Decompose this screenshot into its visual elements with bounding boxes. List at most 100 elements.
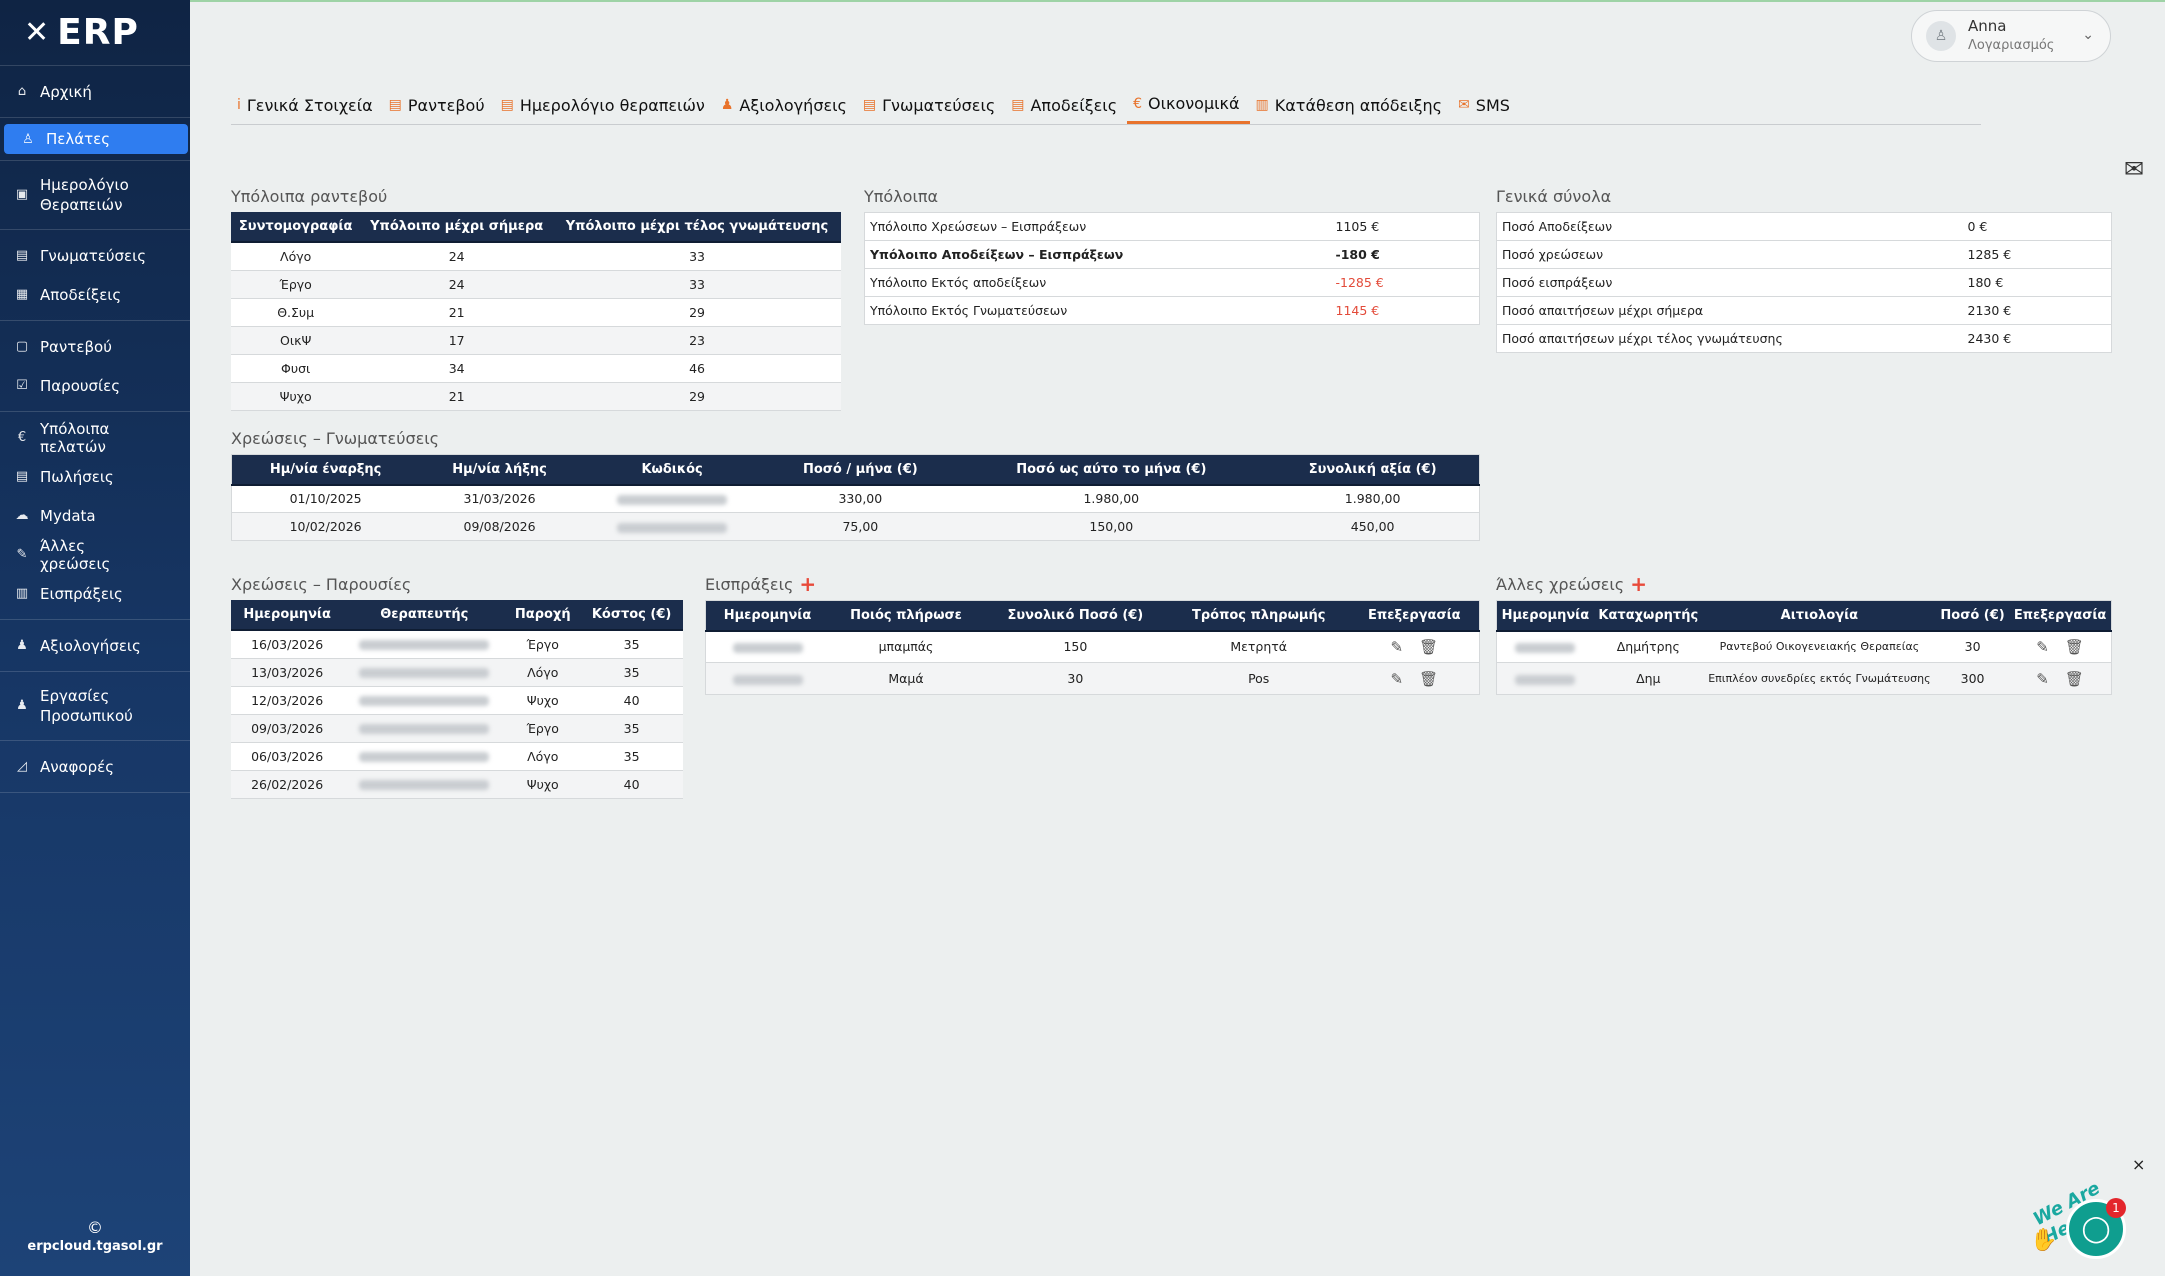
column-header[interactable]: Ημ/νία έναρξης	[231, 454, 420, 486]
sidebar-item-5-0[interactable]: € Υπόλοιπα πελατών	[0, 418, 190, 457]
tab-0[interactable]: i Γενικά Στοιχεία	[231, 86, 383, 124]
nav-group: ◿ Αναφορές	[0, 741, 190, 793]
tab-5[interactable]: ▤ Αποδείξεις	[1005, 86, 1127, 124]
tab-1[interactable]: ▤ Ραντεβού	[383, 86, 495, 124]
sidebar-item-icon: ◿	[17, 759, 27, 774]
trash-icon[interactable]: 🗑	[1419, 670, 1438, 688]
table-row: 09/03/2026 Έργο 35	[231, 714, 683, 743]
table-cell: 150,00	[956, 512, 1267, 541]
sidebar-item-0-0[interactable]: ⌂ Αρχική	[0, 72, 190, 111]
tab-icon: ▥	[1255, 97, 1269, 113]
sidebar-item-icon: ▥	[15, 586, 29, 601]
table-cell: 12/03/2026	[231, 686, 344, 715]
sidebar-item-icon: ☑	[16, 378, 28, 393]
sidebar-item-3-1[interactable]: ▦ Αποδείξεις	[0, 275, 190, 314]
edit-icon[interactable]: ✎	[1390, 670, 1403, 688]
column-header[interactable]: Επεξεργασία	[2009, 600, 2112, 632]
sidebar-item-5-4[interactable]: ▥ Εισπράξεις	[0, 574, 190, 613]
sidebar-item-5-3[interactable]: ✎ Άλλες χρεώσεις	[0, 535, 190, 574]
trash-icon[interactable]: 🗑	[1419, 638, 1438, 656]
sidebar-item-4-1[interactable]: ☑ Παρουσίες	[0, 366, 190, 405]
table-cell: Δημήτρης	[1593, 630, 1703, 663]
tab-2[interactable]: ▤ Ημερολόγιο θεραπειών	[495, 86, 715, 124]
sidebar-item-6-0[interactable]: ♟ Αξιολογήσεις	[0, 626, 190, 665]
footer-site[interactable]: erpcloud.tgasol.gr	[27, 1239, 162, 1254]
row-value: -180 €	[1329, 240, 1480, 269]
sidebar-item-icon: ♙	[22, 131, 34, 147]
account-menu[interactable]: ♙ Anna Λογαριασμός ⌄	[1911, 10, 2111, 62]
tab-label: Γενικά Στοιχεία	[246, 95, 373, 115]
sidebar-item-1-0[interactable]: ♙ Πελάτες	[4, 124, 188, 154]
nav-group: ♟ Εργασίες Προσωπικού	[0, 672, 190, 741]
table-row: ΟικΨ 17 23	[231, 326, 841, 355]
redacted-date	[732, 642, 803, 653]
table-cell: 31/03/2026	[419, 484, 580, 513]
column-header[interactable]: Αιτιολογία	[1702, 600, 1936, 632]
column-header[interactable]: Ημ/νία λήξης	[419, 454, 580, 486]
sidebar-item-5-1[interactable]: ▤ Πωλήσεις	[0, 457, 190, 496]
tab-label: Οικονομικά	[1148, 94, 1240, 113]
sidebar-item-7-0[interactable]: ♟ Εργασίες Προσωπικού	[0, 678, 190, 734]
sidebar-item-8-0[interactable]: ◿ Αναφορές	[0, 747, 190, 786]
sidebar-nav: ⌂ Αρχική ♙ Πελάτες ▣ Ημερολόγιο Θεραπειών ▤ Γνω…	[0, 66, 190, 793]
column-header[interactable]: Συντομογραφία	[231, 212, 361, 243]
add-other-charge-icon[interactable]: +	[1630, 574, 1647, 594]
attendance-charges-table: Ημερομηνία Θεραπευτής Παροχή Κόστος (€) 16/…	[231, 600, 683, 799]
table-row: Δημήτρης Ραντεβού Οικογενειακής Θεραπείας…	[1496, 630, 2112, 663]
table-cell: 40	[580, 686, 683, 715]
tab-4[interactable]: ▤ Γνωματεύσεις	[857, 86, 1005, 124]
logo-icon: ✕	[24, 15, 52, 50]
column-header[interactable]: Καταχωρητής	[1593, 600, 1703, 632]
column-header[interactable]: Συνολική αξία (€)	[1266, 454, 1480, 486]
edit-icon[interactable]: ✎	[2036, 670, 2049, 688]
column-header[interactable]: Ποσό ως αύτο το μήνα (€)	[956, 454, 1267, 486]
table-cell: 10/02/2026	[231, 512, 420, 541]
column-header[interactable]: Ημερομηνία	[231, 600, 344, 631]
sidebar-item-4-0[interactable]: ▢ Ραντεβού	[0, 327, 190, 366]
table-cell: Έργο	[231, 270, 361, 299]
table-cell: μπαμπάς	[829, 630, 983, 663]
column-header[interactable]: Θεραπευτής	[343, 600, 506, 631]
table-cell: Λόγο	[505, 742, 581, 771]
tab-7[interactable]: ▥ Κατάθεση απόδειξης	[1250, 86, 1453, 124]
edit-icon[interactable]: ✎	[1390, 638, 1403, 656]
row-actions: ✎ 🗑	[1349, 662, 1480, 695]
column-header[interactable]: Κόστος (€)	[580, 600, 683, 631]
table-cell: 330,00	[764, 484, 957, 513]
table-row: Υπόλοιπο Εκτός αποδείξεων -1285 €	[864, 268, 1480, 297]
column-header[interactable]: Ποσό / μήνα (€)	[764, 454, 957, 486]
trash-icon[interactable]: 🗑	[2065, 670, 2084, 688]
chevron-down-icon[interactable]: ⌄	[2082, 27, 2094, 43]
sidebar-item-label: Ημερολόγιο Θεραπειών	[40, 176, 129, 214]
trash-icon[interactable]: 🗑	[2065, 638, 2084, 656]
column-header[interactable]: Υπόλοιπο μέχρι σήμερα	[360, 212, 554, 243]
tab-8[interactable]: ✉ SMS	[1452, 86, 1520, 124]
referral-charges-title: Χρεώσεις – Γνωματεύσεις	[231, 428, 440, 448]
column-header[interactable]: Συνολικό Ποσό (€)	[982, 600, 1168, 632]
column-header[interactable]: Παροχή	[505, 600, 581, 631]
redacted-therapist	[359, 752, 490, 762]
add-receipt-icon[interactable]: +	[799, 574, 816, 594]
column-header[interactable]: Τρόπος πληρωμής	[1167, 600, 1350, 632]
sidebar-item-3-0[interactable]: ▤ Γνωματεύσεις	[0, 236, 190, 275]
column-header[interactable]: Ημερομηνία	[1496, 600, 1594, 632]
nav-group: ▤ Γνωματεύσεις ▦ Αποδείξεις	[0, 230, 190, 321]
tab-6[interactable]: € Οικονομικά	[1127, 86, 1250, 124]
column-header[interactable]: Υπόλοιπο μέχρι τέλος γνωμάτευσης	[553, 212, 841, 243]
column-header[interactable]: Κωδικός	[579, 454, 765, 486]
column-header[interactable]: Ημερομηνία	[705, 600, 830, 632]
tab-3[interactable]: ♟ Αξιολογήσεις	[715, 86, 857, 124]
logo[interactable]: ✕ ERP	[0, 0, 190, 66]
table-cell: 450,00	[1266, 512, 1480, 541]
sidebar-item-5-2[interactable]: ☁ Mydata	[0, 496, 190, 535]
mail-icon[interactable]: ✉	[2124, 155, 2144, 183]
edit-icon[interactable]: ✎	[2036, 638, 2049, 656]
table-row: Ψυχο 21 29	[231, 382, 841, 411]
column-header[interactable]: Ποσό (€)	[1935, 600, 2010, 632]
sidebar-item-2-0[interactable]: ▣ Ημερολόγιο Θεραπειών	[0, 167, 190, 223]
column-header[interactable]: Ποιός πλήρωσε	[829, 600, 983, 632]
column-header[interactable]: Επεξεργασία	[1349, 600, 1480, 632]
table-cell: Θ.Συμ	[231, 298, 361, 327]
other-charges-section: Άλλες χρεώσεις + Ημερομηνία Καταχωρητής Αι…	[1496, 574, 2112, 695]
table-row: 16/03/2026 Έργο 35	[231, 630, 683, 659]
